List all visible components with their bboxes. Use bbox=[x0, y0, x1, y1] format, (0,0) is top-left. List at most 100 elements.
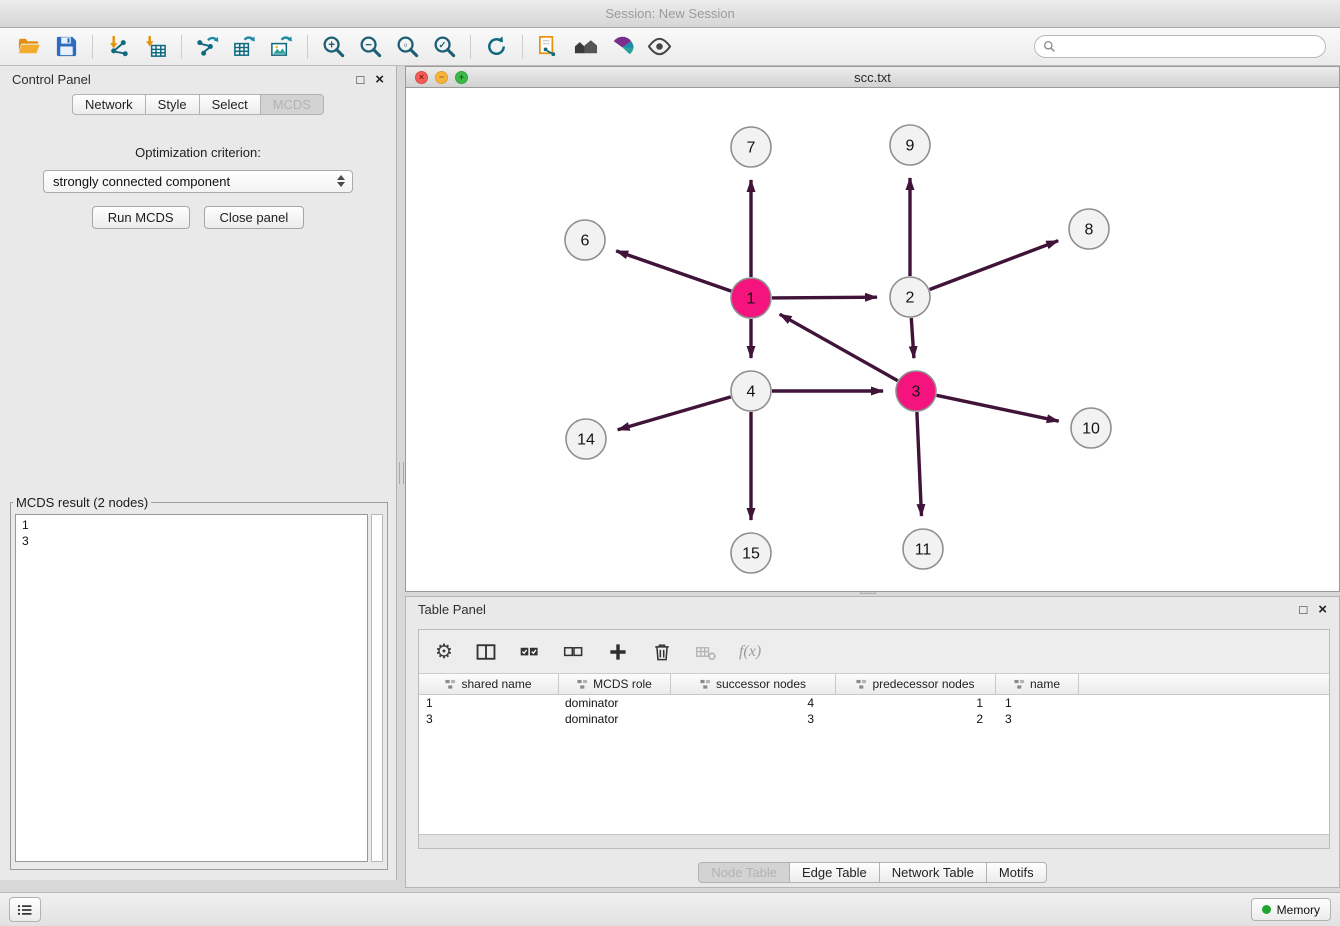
memory-label: Memory bbox=[1277, 903, 1320, 917]
export-table-button[interactable] bbox=[229, 32, 259, 62]
paint-style-button[interactable] bbox=[607, 32, 637, 62]
toolbar-separator bbox=[181, 35, 182, 59]
table-tab-node-table[interactable]: Node Table bbox=[698, 862, 790, 883]
delete-row-button[interactable] bbox=[651, 641, 673, 663]
control-tab-select[interactable]: Select bbox=[199, 94, 261, 115]
control-tab-network[interactable]: Network bbox=[72, 94, 146, 115]
graph-node-8[interactable]: 8 bbox=[1069, 209, 1109, 249]
function-builder-button[interactable]: f(x) bbox=[739, 643, 761, 661]
svg-text:▫: ▫ bbox=[403, 40, 406, 51]
column-header-shared-name[interactable]: shared name bbox=[419, 674, 559, 694]
show-hide-button[interactable] bbox=[644, 32, 674, 62]
columns-icon bbox=[475, 641, 497, 663]
graph-node-6[interactable]: 6 bbox=[565, 220, 605, 260]
memory-button[interactable]: Memory bbox=[1251, 898, 1331, 921]
graph-node-14[interactable]: 14 bbox=[566, 419, 606, 459]
table-tab-edge-table[interactable]: Edge Table bbox=[789, 862, 880, 883]
search-box[interactable] bbox=[1034, 35, 1326, 58]
network-from-selection-button[interactable] bbox=[533, 32, 563, 62]
column-header-name[interactable]: name bbox=[996, 674, 1079, 694]
control-tab-style[interactable]: Style bbox=[145, 94, 200, 115]
window-minimize-button[interactable]: − bbox=[435, 71, 448, 84]
export-network-button[interactable] bbox=[192, 32, 222, 62]
table-cell: 2 bbox=[836, 711, 996, 727]
float-table-panel-icon[interactable]: □ bbox=[1299, 603, 1307, 616]
network-graph[interactable]: 7 9 6 8 1 2 4 3 14 10 15 11 bbox=[406, 88, 1339, 591]
graph-edge-3-11[interactable] bbox=[917, 412, 922, 516]
zoom-out-icon: − bbox=[358, 34, 383, 59]
close-table-panel-icon[interactable]: × bbox=[1318, 602, 1327, 617]
zoom-fit-button[interactable]: ▫ bbox=[392, 32, 422, 62]
sort-icon bbox=[577, 679, 588, 690]
column-header-MCDS-role[interactable]: MCDS role bbox=[559, 674, 671, 694]
save-session-button[interactable] bbox=[51, 32, 81, 62]
deselect-all-button[interactable] bbox=[563, 641, 585, 663]
table-row[interactable]: 3dominator323 bbox=[419, 711, 1329, 727]
main-toolbar: + − ▫ ✓ bbox=[0, 28, 1340, 66]
graph-node-10[interactable]: 10 bbox=[1071, 408, 1111, 448]
search-input[interactable] bbox=[1061, 38, 1317, 55]
table-settings-button[interactable]: ⚙ bbox=[435, 642, 453, 662]
table-horizontal-scrollbar[interactable] bbox=[419, 834, 1329, 848]
import-network-button[interactable] bbox=[103, 32, 133, 62]
column-header-successor-nodes[interactable]: successor nodes bbox=[671, 674, 836, 694]
plus-icon bbox=[607, 641, 629, 663]
control-tab-mcds[interactable]: MCDS bbox=[260, 94, 324, 115]
graph-node-2[interactable]: 2 bbox=[890, 277, 930, 317]
select-all-icon bbox=[519, 641, 541, 663]
select-all-button[interactable] bbox=[519, 641, 541, 663]
import-table-button[interactable] bbox=[140, 32, 170, 62]
zoom-out-button[interactable]: − bbox=[355, 32, 385, 62]
float-panel-icon[interactable]: □ bbox=[356, 73, 364, 86]
open-file-button[interactable] bbox=[14, 32, 44, 62]
table-row[interactable]: 1dominator411 bbox=[419, 695, 1329, 711]
control-panel-tabs: NetworkStyleSelectMCDS bbox=[0, 94, 396, 115]
window-titlebar[interactable]: Session: New Session bbox=[0, 0, 1340, 28]
paint-style-icon bbox=[610, 34, 635, 59]
graph-node-3[interactable]: 3 bbox=[896, 371, 936, 411]
toolbar-separator bbox=[307, 35, 308, 59]
delete-table-button bbox=[695, 641, 717, 663]
graph-edge-1-2[interactable] bbox=[772, 297, 877, 298]
table-tab-network-table[interactable]: Network Table bbox=[879, 862, 987, 883]
show-columns-button[interactable] bbox=[475, 641, 497, 663]
refresh-button[interactable] bbox=[481, 32, 511, 62]
mcds-result-text: 1 3 bbox=[15, 514, 368, 862]
graph-edge-2-8[interactable] bbox=[930, 241, 1059, 290]
graph-edge-3-1[interactable] bbox=[780, 314, 898, 381]
column-header-predecessor-nodes[interactable]: predecessor nodes bbox=[836, 674, 996, 694]
application-window: Session: New Session bbox=[0, 0, 1340, 926]
window-close-button[interactable]: × bbox=[415, 71, 428, 84]
svg-text:9: 9 bbox=[906, 138, 915, 155]
graph-node-9[interactable]: 9 bbox=[890, 125, 930, 165]
network-canvas[interactable]: 7 9 6 8 1 2 4 3 14 10 15 11 bbox=[406, 88, 1339, 591]
add-row-button[interactable] bbox=[607, 641, 629, 663]
graph-edge-4-14[interactable] bbox=[618, 397, 731, 430]
graph-node-4[interactable]: 4 bbox=[731, 371, 771, 411]
run-mcds-button[interactable]: Run MCDS bbox=[92, 206, 190, 229]
graph-edge-3-10[interactable] bbox=[937, 395, 1059, 421]
vertical-splitter-grip[interactable] bbox=[399, 462, 404, 484]
graph-edge-1-6[interactable] bbox=[616, 251, 731, 291]
panel-toggle-button[interactable] bbox=[9, 897, 41, 922]
home-button[interactable] bbox=[570, 32, 600, 62]
table-cell: 3 bbox=[419, 711, 559, 727]
svg-text:4: 4 bbox=[747, 384, 756, 401]
table-tab-motifs[interactable]: Motifs bbox=[986, 862, 1047, 883]
zoom-in-button[interactable]: + bbox=[318, 32, 348, 62]
close-panel-button[interactable]: Close panel bbox=[204, 206, 305, 229]
close-panel-icon[interactable]: × bbox=[375, 72, 384, 87]
export-image-button[interactable] bbox=[266, 32, 296, 62]
graph-node-11[interactable]: 11 bbox=[903, 529, 943, 569]
graph-node-15[interactable]: 15 bbox=[731, 533, 771, 573]
zoom-selected-button[interactable]: ✓ bbox=[429, 32, 459, 62]
window-maximize-button[interactable]: + bbox=[455, 71, 468, 84]
graph-node-7[interactable]: 7 bbox=[731, 127, 771, 167]
network-window-titlebar[interactable]: × − + scc.txt bbox=[406, 67, 1339, 88]
graph-node-1[interactable]: 1 bbox=[731, 278, 771, 318]
result-scrollbar[interactable] bbox=[371, 514, 383, 862]
criterion-select[interactable]: strongly connected component bbox=[43, 170, 353, 193]
table-cell: 1 bbox=[836, 695, 996, 711]
svg-text:7: 7 bbox=[747, 140, 756, 157]
graph-edge-2-3[interactable] bbox=[911, 318, 914, 358]
